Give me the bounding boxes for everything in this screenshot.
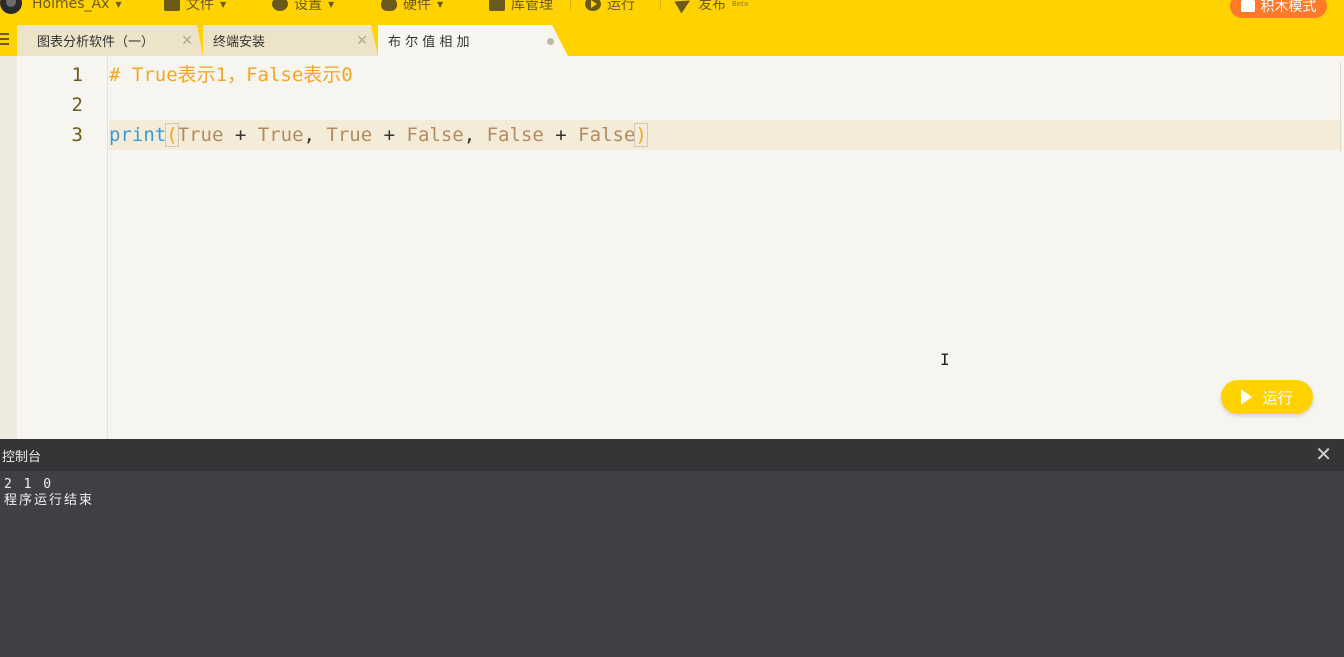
chevron-down-icon: ▼ — [437, 0, 444, 9]
line-number: 3 — [71, 124, 83, 146]
code-line-1[interactable]: # True表示1，False表示0 — [109, 60, 1342, 90]
line-number-gutter: 1 2 3 — [17, 56, 108, 439]
console-line: 程序运行结束 — [4, 493, 95, 508]
sidebar-toggle-icon[interactable] — [0, 33, 10, 45]
constant-token: True — [177, 124, 224, 146]
tab-chart-analysis[interactable]: 图表分析软件（一） ✕ — [17, 25, 203, 56]
text-cursor-icon: I — [940, 350, 950, 369]
chevron-down-icon: ▼ — [328, 0, 335, 9]
play-icon — [1241, 389, 1253, 405]
close-icon[interactable]: ✕ — [1315, 442, 1332, 466]
play-icon — [585, 0, 601, 11]
close-icon[interactable]: ✕ — [181, 33, 193, 49]
console-panel: 控制台 ✕ 2 1 0 程序运行结束 — [0, 439, 1344, 657]
console-output[interactable]: 2 1 0 程序运行结束 — [4, 477, 94, 509]
paren-token: ) — [634, 123, 648, 147]
constant-token: True — [257, 124, 304, 146]
user-name: Holmes_Ax — [32, 0, 110, 12]
block-mode-button[interactable]: 积木模式 — [1230, 0, 1327, 18]
tab-label: 图表分析软件（一） — [37, 35, 155, 50]
run-button-label: 运行 — [1262, 388, 1293, 407]
file-menu-label: 文件 — [186, 0, 214, 13]
library-menu-label: 库管理 — [511, 0, 553, 13]
hardware-menu[interactable]: 硬件 ▼ — [381, 0, 443, 13]
console-line: 2 1 0 — [4, 477, 54, 492]
code-editor[interactable]: 1 2 3 # True表示1，False表示0 print(True + Tr… — [0, 56, 1344, 439]
tab-label: 终端安装 — [213, 35, 266, 50]
unsaved-dot-icon — [547, 38, 554, 45]
library-icon — [489, 0, 505, 11]
code-area[interactable]: # True表示1，False表示0 print(True + True, Tr… — [109, 56, 1344, 439]
constant-token: False — [486, 124, 544, 146]
console-title: 控制台 — [2, 450, 42, 465]
user-menu[interactable]: Holmes_Ax ▼ — [32, 0, 122, 13]
publish-menu[interactable]: 发布 Beta — [676, 0, 748, 13]
comment-token: # True表示1，False表示0 — [109, 64, 353, 86]
gear-icon — [272, 0, 288, 11]
settings-menu[interactable]: 设置 ▼ — [272, 0, 334, 13]
run-menu-label: 运行 — [607, 0, 635, 13]
line-number: 1 — [71, 64, 83, 86]
paren-token: ( — [165, 123, 179, 147]
tab-boolean-add[interactable]: 布 尔 值 相 加 — [378, 25, 568, 56]
line-number: 2 — [71, 94, 83, 116]
menu-divider — [660, 0, 661, 10]
operator-token: + — [543, 124, 579, 146]
code-line-3[interactable]: print(True + True, True + False, False +… — [109, 120, 1342, 150]
tab-bar: 图表分析软件（一） ✕ 终端安装 ✕ 布 尔 值 相 加 — [0, 22, 1344, 56]
user-avatar[interactable] — [0, 0, 22, 14]
editor-scrollbar[interactable] — [1340, 62, 1344, 152]
folder-icon — [164, 0, 180, 11]
code-line-2[interactable] — [109, 90, 1342, 120]
menu-bar: Holmes_Ax ▼ 文件 ▼ 设置 ▼ 硬件 ▼ 库管理 运行 发布 Beta… — [0, 0, 1344, 22]
comma-token: , — [463, 124, 487, 146]
publish-menu-label: 发布 — [698, 0, 726, 13]
console-header: 控制台 ✕ — [0, 439, 1344, 471]
close-icon[interactable]: ✕ — [356, 33, 368, 49]
paper-plane-icon — [676, 0, 692, 11]
chevron-down-icon: ▼ — [115, 0, 122, 9]
library-menu[interactable]: 库管理 — [489, 0, 553, 13]
file-menu[interactable]: 文件 ▼ — [164, 0, 226, 13]
comma-token: , — [303, 124, 327, 146]
tab-terminal-install[interactable]: 终端安装 ✕ — [203, 25, 378, 56]
function-token: print — [109, 124, 167, 146]
run-menu[interactable]: 运行 — [585, 0, 635, 13]
block-mode-label: 积木模式 — [1260, 0, 1317, 15]
tab-label: 布 尔 值 相 加 — [388, 35, 470, 50]
hardware-menu-label: 硬件 — [403, 0, 431, 13]
settings-menu-label: 设置 — [294, 0, 322, 13]
beta-badge: Beta — [732, 0, 749, 8]
hardware-icon — [381, 0, 397, 11]
constant-token: True — [326, 124, 373, 146]
editor-side-strip — [0, 56, 17, 439]
blocks-icon — [1240, 0, 1255, 12]
menu-divider — [570, 0, 571, 10]
run-button[interactable]: 运行 — [1221, 380, 1313, 414]
constant-token: False — [578, 124, 636, 146]
operator-token: + — [372, 124, 407, 146]
operator-token: + — [223, 124, 258, 146]
chevron-down-icon: ▼ — [220, 0, 227, 9]
constant-token: False — [406, 124, 464, 146]
